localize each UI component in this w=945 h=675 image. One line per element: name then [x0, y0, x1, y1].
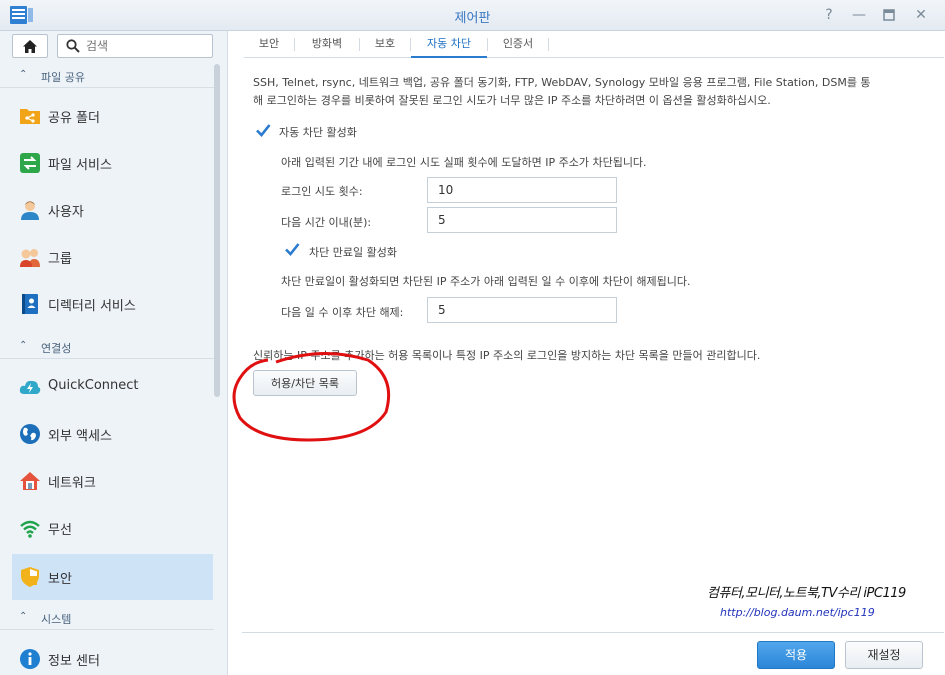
- search-box[interactable]: [57, 34, 213, 58]
- wifi-icon: [20, 520, 40, 538]
- unblock-days-field[interactable]: [427, 297, 617, 323]
- directory-service-icon: [22, 294, 38, 314]
- help-icon[interactable]: ?: [820, 6, 838, 24]
- sidebar-scrollbar[interactable]: [214, 64, 220, 397]
- sidebar-item-external-access[interactable]: 외부 액세스: [12, 411, 213, 457]
- apply-button[interactable]: 적용: [757, 641, 835, 669]
- sidebar-item-directory-service[interactable]: 디렉터리 서비스: [12, 281, 213, 327]
- sidebar-item-network[interactable]: 네트워크: [12, 458, 213, 504]
- shared-folder-icon: [20, 109, 40, 124]
- file-services-icon: [20, 153, 40, 173]
- network-house-icon: [20, 472, 40, 490]
- sidebar-item-shared-folder[interactable]: 공유 폴더: [12, 93, 213, 139]
- login-attempts-label: 로그인 시도 횟수:: [281, 185, 363, 198]
- login-attempts-field[interactable]: [427, 177, 617, 203]
- shield-icon: [21, 567, 39, 587]
- chevron-up-icon: ⌃: [19, 340, 28, 351]
- group-icon: [20, 249, 40, 267]
- footer-bar: 적용 재설정: [242, 632, 944, 675]
- tab-auto-block[interactable]: 자동 차단: [411, 31, 487, 58]
- chevron-up-icon: ⌃: [19, 69, 28, 80]
- watermark-text: 컴퓨터,모니터,노트북,TV수리 iPC119: [707, 586, 906, 601]
- sidebar-item-file-services[interactable]: 파일 서비스: [12, 140, 213, 186]
- user-icon: [21, 201, 39, 220]
- tab-certificate[interactable]: 인증서: [488, 31, 548, 58]
- threshold-description: 아래 입력된 기간 내에 로그인 시도 실패 횟수에 도달하면 IP 주소가 차…: [281, 156, 647, 169]
- quickconnect-icon: [19, 380, 41, 394]
- sidebar-item-wireless[interactable]: 무선: [12, 505, 213, 551]
- within-minutes-field[interactable]: [427, 207, 617, 233]
- info-icon: [20, 649, 40, 669]
- home-button[interactable]: [12, 34, 48, 58]
- section-connectivity[interactable]: ⌃ 연결성: [0, 335, 214, 359]
- red-annotation-circle: [232, 352, 391, 442]
- sidebar-item-security[interactable]: 보안: [12, 554, 213, 600]
- tab-separator: [548, 38, 549, 51]
- unblock-days-label: 다음 일 수 이후 차단 해제:: [281, 306, 404, 319]
- watermark-url: http://blog.daum.net/ipc119: [720, 606, 875, 619]
- minimize-icon[interactable]: —: [850, 6, 868, 24]
- sidebar-item-quickconnect[interactable]: QuickConnect: [12, 364, 213, 410]
- tab-firewall[interactable]: 방화벽: [295, 31, 359, 58]
- globe-icon: [20, 424, 40, 444]
- sidebar-item-user[interactable]: 사용자: [12, 187, 213, 233]
- close-icon[interactable]: ✕: [912, 6, 930, 24]
- within-minutes-label: 다음 시간 이내(분):: [281, 216, 372, 229]
- tab-security[interactable]: 보안: [244, 31, 294, 58]
- section-system[interactable]: ⌃ 시스템: [0, 606, 214, 630]
- home-icon: [23, 39, 37, 53]
- tab-protection[interactable]: 보호: [360, 31, 410, 58]
- enable-auto-block-label: 자동 차단 활성화: [279, 126, 357, 139]
- enable-expiration-label: 차단 만료일 활성화: [309, 246, 397, 259]
- sidebar-item-info-center[interactable]: 정보 센터: [12, 636, 213, 675]
- window-title: 제어판: [454, 11, 491, 26]
- section-file-sharing[interactable]: ⌃ 파일 공유: [0, 64, 214, 88]
- search-input[interactable]: [86, 38, 206, 54]
- auto-block-description: SSH, Telnet, rsync, 네트워크 백업, 공유 폴더 동기화, …: [253, 76, 871, 107]
- search-icon: [66, 39, 80, 53]
- enable-expiration-checkbox[interactable]: [284, 241, 300, 257]
- maximize-icon[interactable]: [880, 6, 898, 24]
- enable-auto-block-checkbox[interactable]: [255, 122, 271, 138]
- reset-button[interactable]: 재설정: [845, 641, 923, 669]
- tab-bar: 보안 방화벽 보호 자동 차단 인증서: [244, 31, 944, 58]
- sidebar: ⌃ 파일 공유 공유 폴더 파일 서비스 사용자 그룹: [0, 31, 228, 675]
- sidebar-item-group[interactable]: 그룹: [12, 234, 213, 280]
- chevron-up-icon: ⌃: [19, 611, 28, 622]
- expiration-description: 차단 만료일이 활성화되면 차단된 IP 주소가 아래 입력된 일 수 이후에 …: [281, 275, 691, 288]
- title-bar: 제어판 ? — ✕: [0, 0, 945, 31]
